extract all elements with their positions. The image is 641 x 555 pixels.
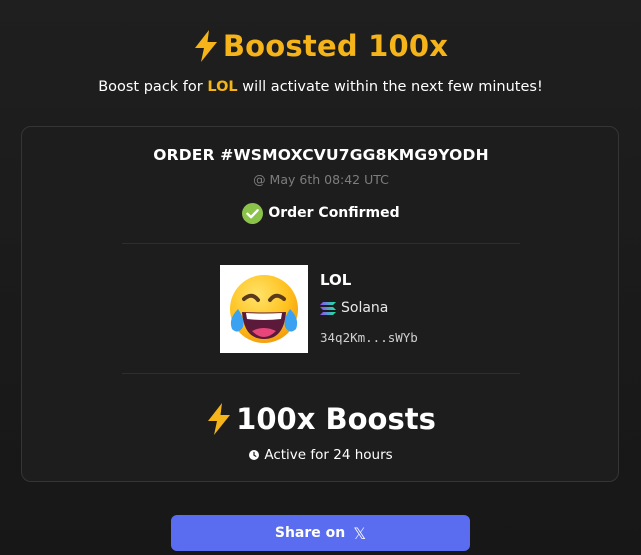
token-chain-label: Solana [341,300,389,316]
lightning-icon [206,402,232,436]
boost-amount: 100x Boosts [22,397,620,441]
divider [122,243,520,244]
activation-message: Boost pack for LOL will activate within … [98,79,543,95]
token-name: LOL [320,271,352,289]
token-image [220,265,308,353]
token-address[interactable]: 34q2Km...sWYb [320,330,418,345]
boost-amount-label: 100x Boosts [236,402,436,436]
check-circle-icon [242,202,264,224]
boost-duration: Active for 24 hours [22,445,620,465]
boost-duration-label: Active for 24 hours [264,447,393,463]
token-chain: Solana [320,300,388,316]
clock-icon [249,450,260,460]
divider [122,373,520,374]
share-button-label: Share on [274,525,346,541]
order-timestamp: @ May 6th 08:42 UTC [253,172,389,187]
page-title-text: Boosted 100x [222,29,449,63]
x-logo-icon: 𝕏 [353,523,367,543]
laughing-tears-emoji-icon [230,275,298,343]
order-status: Order Confirmed [22,201,620,225]
solana-icon [320,301,336,315]
lightning-icon [193,30,219,62]
order-status-label: Order Confirmed [268,205,400,221]
token-highlight: LOL [207,79,238,95]
order-card: ORDER #WSMOXCVU7GG8KMG9YODH @ May 6th 08… [21,126,619,482]
page-title: Boosted 100x [0,24,641,68]
order-id: ORDER #WSMOXCVU7GG8KMG9YODH [153,146,489,164]
share-on-x-button[interactable]: Share on 𝕏 [171,515,470,551]
